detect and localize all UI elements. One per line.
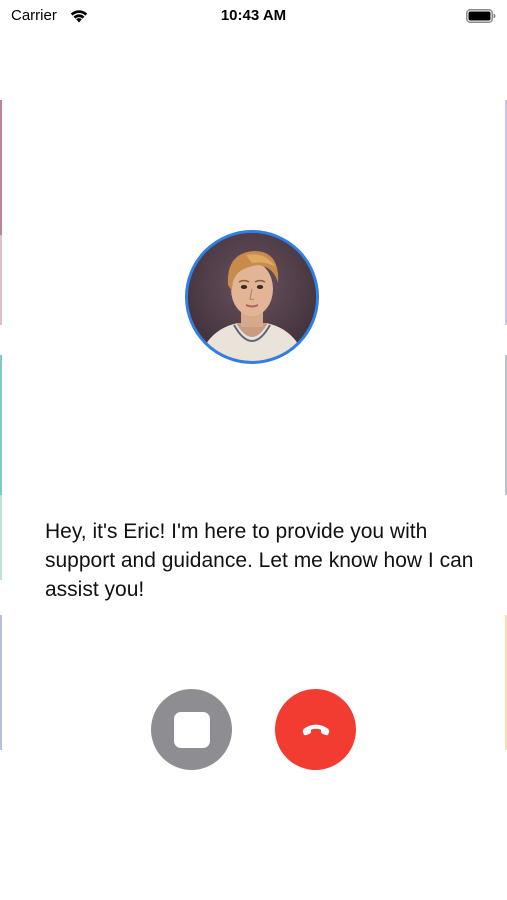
end-call-button[interactable] xyxy=(275,689,356,770)
call-screen: Carrier 10:43 AM Hey, it's Eric! I'm her… xyxy=(0,0,507,900)
edge-decoration xyxy=(0,100,2,235)
avatar-image xyxy=(188,233,316,361)
edge-decoration xyxy=(0,355,2,495)
edge-decoration xyxy=(0,615,2,750)
edge-decoration xyxy=(0,495,2,580)
stop-icon xyxy=(173,711,210,748)
status-time: 10:43 AM xyxy=(220,7,287,24)
avatar xyxy=(185,230,319,364)
phone-hangup-icon xyxy=(302,724,329,735)
battery-full-icon xyxy=(466,9,496,23)
status-bar: Carrier 10:43 AM xyxy=(0,0,507,34)
assistant-message: Hey, it's Eric! I'm here to provide you … xyxy=(45,520,474,601)
edge-decoration xyxy=(0,235,2,325)
stop-button[interactable] xyxy=(151,689,232,770)
